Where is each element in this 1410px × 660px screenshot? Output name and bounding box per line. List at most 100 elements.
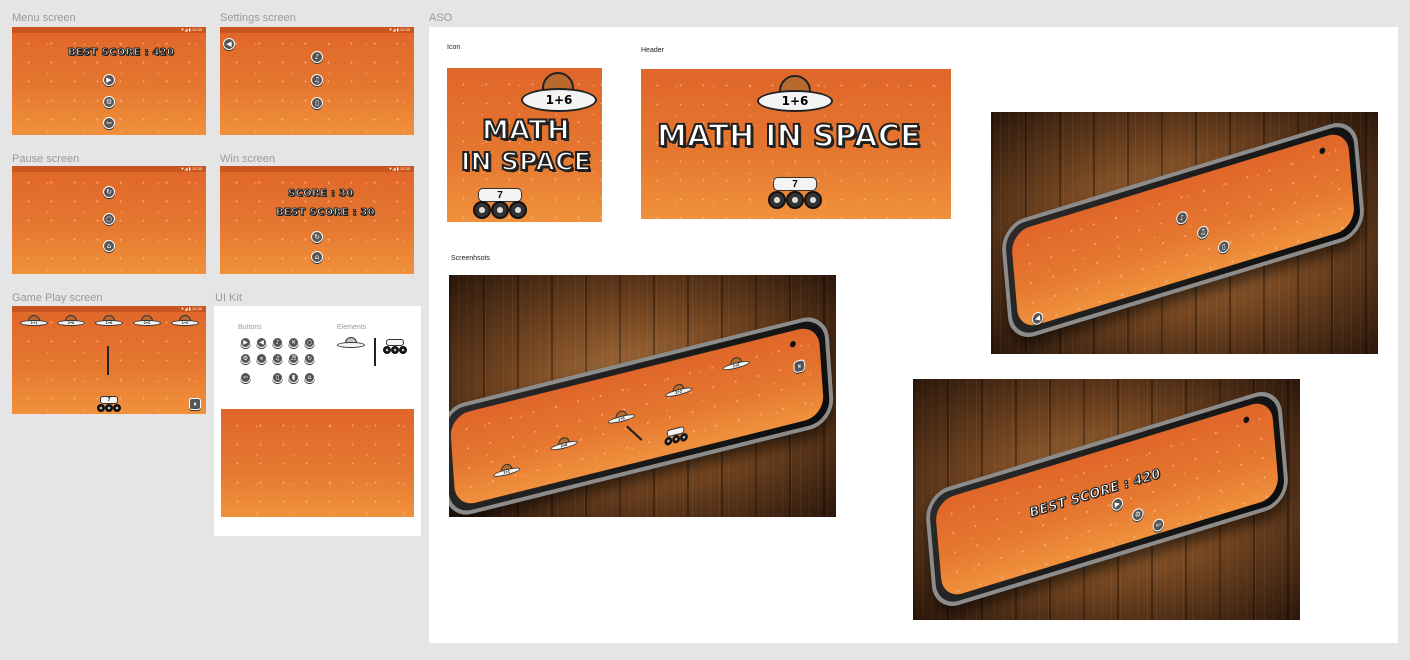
laser-beam [107,346,109,375]
status-bar: ▼◢ ▮ 12:30 [12,27,206,33]
ufo-enemy[interactable]: 1+2 [171,315,199,326]
kit-restart-button[interactable]: ↻ [304,353,315,364]
status-time: ▼◢ ▮ 12:30 [180,166,202,171]
screenshots-label: Screenhsots [451,255,490,262]
restart-button[interactable]: ↻ [311,231,323,243]
music-icon: ♫ [313,75,321,84]
frame-label-aso: ASO [429,12,453,24]
kit-vibration-off-button[interactable]: ▮ [288,372,299,383]
kit-sound-button[interactable]: ♪ [272,337,283,348]
kit-resume-button[interactable]: ○ [304,337,315,348]
gameplay-screen[interactable]: ▼◢ ▮ 12:30 1+1 2+6 1+6 2+2 1+2 7 ⏸ [12,306,206,414]
vibration-button[interactable]: ▯ [311,97,323,109]
best-score-text: BEST SCORE : 30 [276,207,376,219]
settings-screen[interactable]: ▼◢ ▮ 12:30 ◀ ♪ ♫ ▯ [220,27,414,135]
status-time: ▼◢ ▮ 12:30 [180,27,202,32]
restart-icon: ↻ [306,354,313,362]
sound-button[interactable]: ♪ [311,51,323,63]
restart-icon: ↻ [106,187,112,196]
kit-rover-element [382,332,408,356]
frame-label-uikit: UI Kit [215,292,242,304]
vibration-icon: ▯ [315,98,319,107]
kit-sound-off-button[interactable]: ✕ [288,337,299,348]
exit-icon: ⇦ [242,373,249,381]
phone-screen: BEST SCORE : 420 ▶ ⚙ ⇦ [934,398,1280,600]
win-screen[interactable]: ▼◢ ▮ 12:30 SCORE : 30 BEST SCORE : 30 ↻ … [220,166,414,274]
rover-value: 7 [478,188,522,202]
kit-play-button[interactable]: ▶ [240,337,251,348]
phone-mockup: BEST SCORE : 420 ▶ ⚙ ⇦ [923,385,1291,613]
kit-laser-element [374,338,376,366]
ufo-equation: 2+2 [133,320,161,326]
sound-icon: ♪ [1179,212,1185,222]
home-button[interactable]: ⌂ [311,251,323,263]
music-button[interactable]: ♫ [311,74,323,86]
status-time: ▼◢ ▮ 12:30 [180,306,202,311]
phone-mockup: 1+1 2+6 1+6 2+2 1+2 ⏸ [449,311,835,517]
kit-music-button[interactable]: ♫ [272,353,283,364]
frame-label-gameplay: Game Play screen [12,292,103,304]
ufo-equation: 1+1 [20,320,48,326]
ufo-equation: 2+6 [57,320,85,326]
ufo-enemy[interactable]: 2+6 [57,315,85,326]
settings-button[interactable]: ⚙ [103,96,115,108]
resume-icon: ○ [105,214,113,223]
back-button: ◀ [1031,310,1044,327]
status-time: ▼◢ ▮ 12:30 [388,166,410,171]
restart-icon: ↻ [314,232,320,241]
play-icon: ▶ [106,75,112,84]
icon-title-line2: IN SPACE [460,146,592,177]
kit-vibration-button[interactable]: ▯ [272,372,283,383]
back-button[interactable]: ◀ [223,38,235,50]
status-bar: ▼◢ ▮ 12:30 [12,306,206,312]
header-title: MATH IN SPACE [656,118,922,155]
home-button[interactable]: ⌂ [103,240,115,252]
ufo-enemy[interactable]: 1+1 [20,315,48,326]
restart-button[interactable]: ↻ [103,186,115,198]
pause-icon: ⏸ [797,361,802,371]
ufo-enemy[interactable]: 2+2 [133,315,161,326]
exit-icon: ⇦ [106,118,112,127]
ufo-enemy[interactable]: 1+6 [95,315,123,326]
rover-player[interactable]: 7 [96,390,122,414]
ufo-enemy: 1+1 [492,461,521,479]
exit-button: ⇦ [1152,517,1165,533]
exit-button[interactable]: ⇦ [103,117,115,129]
ufo-equation: 1+6 [95,320,123,326]
ufo-equation: 1+6 [521,88,597,112]
ufo-enemy: 2+2 [664,381,693,399]
screenshot-gameplay: 1+1 2+6 1+6 2+2 1+2 ⏸ [449,275,836,517]
vibration-icon: ▯ [1221,241,1226,251]
laser-beam [626,425,643,441]
vibration-off-icon: ▮ [291,373,296,381]
music-icon: ♫ [1199,226,1207,237]
kit-home-button[interactable]: ⌂ [304,372,315,383]
back-arrow-icon: ◀ [259,338,264,346]
gear-icon: ⚙ [242,354,249,362]
phone-screen: 1+1 2+6 1+6 2+2 1+2 ⏸ [449,324,825,508]
play-button[interactable]: ▶ [103,74,115,86]
pause-button[interactable]: ⏸ [189,398,201,410]
resume-button[interactable]: ○ [103,213,115,225]
ufo-enemy: 1+2 [722,354,750,372]
aso-panel: Icon Header Screenhsots 1+6 MATH IN SPAC… [429,27,1398,643]
best-score-text: BEST SCORE : 420 [67,47,175,59]
phone-screen: ◀ ♪ ♫ ▯ [1010,129,1356,331]
ui-kit-panel: Buttons Elements ▶ ◀ ♪ ✕ ○ ⚙ ⏸ ♫ ♬ ↻ ⇦ ▯… [214,306,421,536]
pause-screen[interactable]: ▼◢ ▮ 12:30 ↻ ○ ⌂ [12,166,206,274]
sound-button: ♪ [1175,209,1189,226]
kit-back-button[interactable]: ◀ [256,337,267,348]
kit-music-off-button[interactable]: ♬ [288,353,299,364]
ufo-enemy: 2+6 [550,434,578,452]
status-bar: ▼◢ ▮ 12:30 [220,166,414,172]
kit-exit-button[interactable]: ⇦ [240,372,251,383]
kit-background-element [221,409,414,517]
status-bar: ▼◢ ▮ 12:30 [220,27,414,33]
kit-pause-button[interactable]: ⏸ [256,353,267,364]
kit-settings-button[interactable]: ⚙ [240,353,251,364]
music-icon: ♫ [274,354,281,362]
home-icon: ⌂ [106,241,112,250]
menu-screen[interactable]: ▼◢ ▮ 12:30 BEST SCORE : 420 ▶ ⚙ ⇦ [12,27,206,135]
rover-value: 7 [100,396,118,404]
sound-icon: ♪ [314,52,320,61]
